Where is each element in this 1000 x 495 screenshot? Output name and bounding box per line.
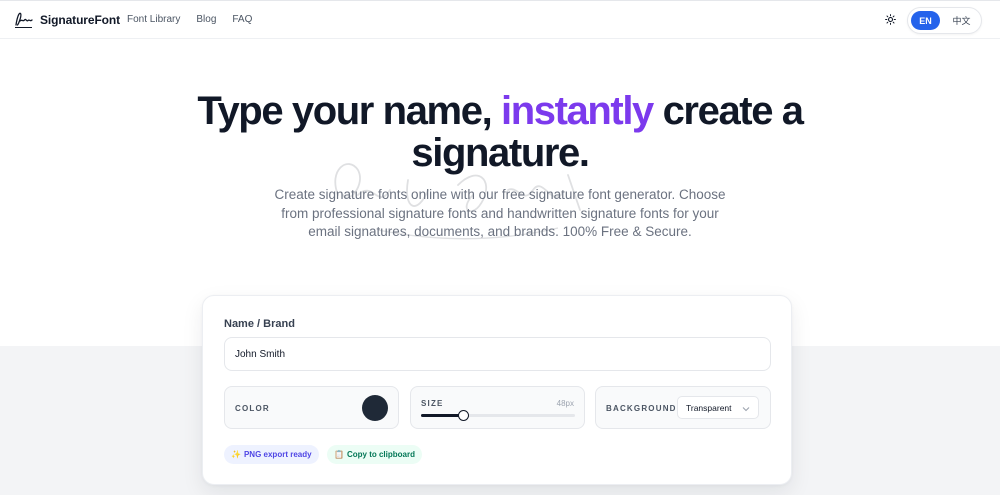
name-input[interactable] — [224, 337, 771, 371]
hero-title: Type your name, instantly create a signa… — [150, 90, 850, 174]
language-option-en[interactable]: EN — [911, 11, 940, 30]
nav-link-blog[interactable]: Blog — [196, 14, 216, 25]
nav-link-faq[interactable]: FAQ — [232, 14, 252, 25]
copy-clipboard-badge-label: Copy to clipboard — [346, 450, 415, 459]
clipboard-icon: 📋 — [334, 450, 344, 459]
hero-title-accent: instantly — [501, 89, 654, 133]
background-label: BACKGROUND — [606, 404, 677, 413]
theme-toggle-button[interactable] — [881, 12, 899, 30]
size-slider[interactable] — [421, 410, 575, 421]
size-slider-thumb[interactable] — [457, 410, 469, 421]
language-switcher: EN 中文 — [907, 7, 982, 34]
size-label: SIZE — [421, 399, 444, 408]
main-nav: Font Library Blog FAQ — [127, 14, 268, 25]
language-option-zh[interactable]: 中文 — [947, 11, 976, 30]
background-select-value: Transparent — [686, 402, 732, 413]
brand-logo[interactable]: SignatureFont — [13, 10, 120, 30]
sun-icon — [884, 12, 896, 30]
hero-title-part1: Type your name, — [197, 89, 501, 133]
color-label: COLOR — [235, 404, 270, 413]
png-export-badge-label: PNG export ready — [243, 450, 312, 459]
nav-link-font-library[interactable]: Font Library — [127, 14, 180, 25]
color-swatch-button[interactable] — [362, 395, 388, 421]
color-control: COLOR — [224, 386, 399, 429]
signature-logo-icon — [13, 10, 34, 30]
png-export-badge: ✨ PNG export ready — [224, 445, 319, 464]
top-navigation-bar: SignatureFont Font Library Blog FAQ EN 中… — [0, 0, 1000, 39]
hero-subtitle: Create signature fonts online with our f… — [274, 187, 726, 239]
name-field-label: Name / Brand — [224, 318, 295, 330]
sparkle-icon: ✨ — [231, 450, 241, 459]
signature-generator-card: Name / Brand COLOR SIZE 48px BACKGROUND … — [202, 295, 792, 485]
background-select[interactable]: Transparent — [677, 396, 759, 419]
chevron-down-icon — [742, 404, 750, 414]
size-slider-fill — [421, 414, 462, 417]
size-value: 48px — [556, 399, 574, 408]
size-control: SIZE 48px — [410, 386, 585, 429]
background-control: BACKGROUND Transparent — [595, 386, 771, 429]
brand-name: SignatureFont — [40, 13, 121, 27]
copy-clipboard-badge[interactable]: 📋 Copy to clipboard — [327, 445, 422, 464]
